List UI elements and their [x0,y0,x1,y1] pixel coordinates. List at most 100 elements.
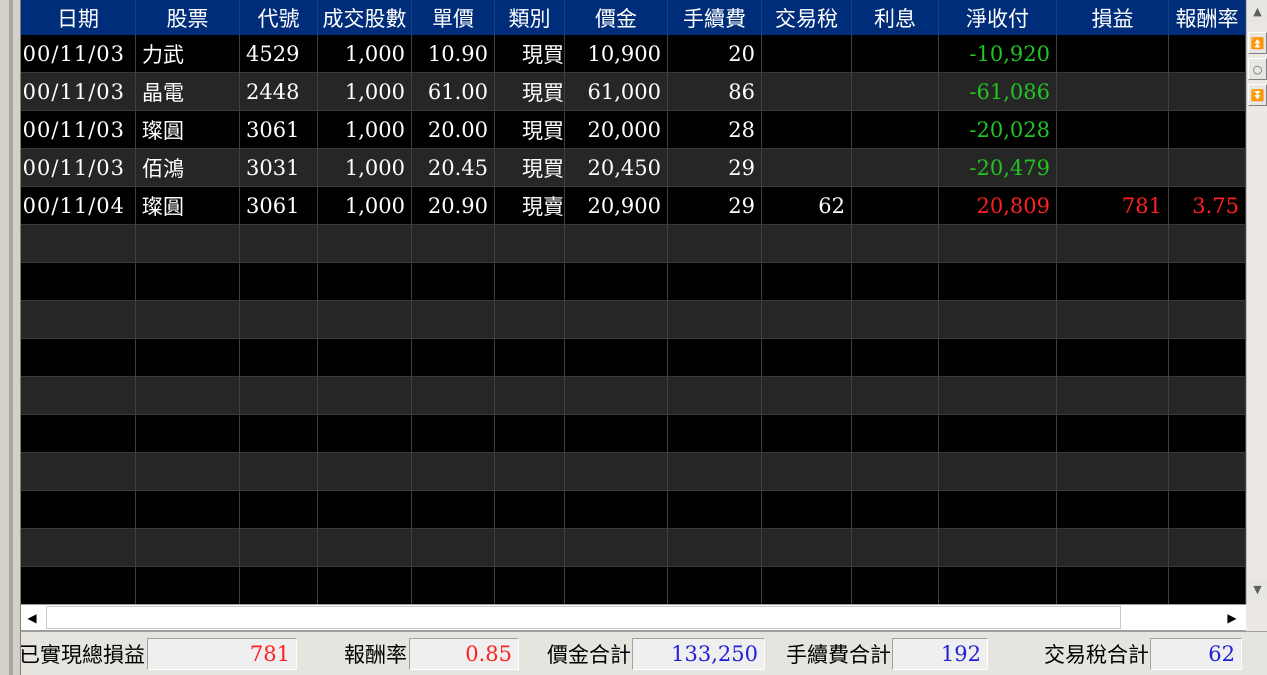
table-cell [136,377,240,414]
horizontal-scrollbar[interactable]: ◀ ▶ [21,604,1246,631]
column-header[interactable]: 代號 [240,0,318,35]
table-cell [412,301,495,338]
table-row[interactable] [21,377,1246,415]
table-cell [852,149,939,186]
table-cell [21,225,136,262]
table-cell [1169,301,1246,338]
table-cell [939,567,1057,604]
table-cell: 61,000 [565,73,668,110]
table-cell [240,225,318,262]
table-row[interactable]: 100/11/03力武45291,00010.90現買10,90020 -10,9… [21,35,1246,73]
scroll-right-button[interactable]: ▶ [1221,607,1243,629]
column-header[interactable]: 價金 [565,0,668,35]
table-row[interactable]: 100/11/03晶電24481,00061.00現買61,00086 -61,0… [21,73,1246,111]
table-cell [1169,111,1246,148]
table-row[interactable] [21,263,1246,301]
table-row[interactable] [21,567,1246,604]
table-cell [762,263,852,300]
scroll-center-button[interactable]: ○ [1248,58,1267,80]
table-cell [136,415,240,452]
table-cell [240,529,318,566]
table-row[interactable] [21,225,1246,263]
table-cell [240,453,318,490]
vertical-scrollbar[interactable]: ▲ ⏫ ○ ⏬ ▼ [1246,0,1267,604]
column-header[interactable]: 單價 [412,0,495,35]
column-header[interactable]: 淨收付 [939,0,1057,35]
table-row[interactable] [21,415,1246,453]
table-cell [939,263,1057,300]
table-cell [852,377,939,414]
table-row[interactable] [21,453,1246,491]
table-cell [240,567,318,604]
left-frame [0,0,21,675]
table-cell [852,567,939,604]
table-cell [1057,149,1169,186]
table-cell [762,567,852,604]
scroll-left-button[interactable]: ◀ [21,607,43,629]
table-row[interactable] [21,529,1246,567]
table-cell: 61.00 [412,73,495,110]
table-cell [1169,529,1246,566]
table-cell [668,339,762,376]
table-row[interactable] [21,491,1246,529]
table-row[interactable]: 100/11/04璨圓30611,00020.90現賣20,9002962 20,… [21,187,1246,225]
table-row[interactable]: 100/11/03璨圓30611,00020.00現買20,00028 -20,0… [21,111,1246,149]
table-cell [412,491,495,528]
table-cell [762,339,852,376]
table-cell [21,529,136,566]
amount-total-value: 133,250 [632,638,765,670]
table-cell [240,415,318,452]
table-cell [412,263,495,300]
table-cell [21,339,136,376]
table-cell [1169,339,1246,376]
table-cell: 璨圓 [136,111,240,148]
table-cell [762,149,852,186]
table-cell [668,491,762,528]
table-cell: 100/11/03 [21,35,136,72]
table-cell: 20 [668,35,762,72]
table-cell [939,301,1057,338]
scroll-page-down-button[interactable]: ⏬ [1248,84,1267,106]
table-cell: 力武 [136,35,240,72]
scroll-up-button[interactable]: ▲ [1248,0,1267,22]
column-header[interactable]: 報酬率 [1169,0,1246,35]
table-cell: 3061 [240,111,318,148]
table-cell [412,567,495,604]
table-cell [565,263,668,300]
table-cell: 20.00 [412,111,495,148]
column-header[interactable]: 成交股數 [318,0,412,35]
table-cell [1057,111,1169,148]
table-cell [1169,453,1246,490]
triangle-down-icon: ▼ [1253,582,1262,596]
horizontal-scroll-thumb[interactable] [46,606,1121,629]
column-header[interactable]: 交易稅 [762,0,852,35]
scroll-down-button[interactable]: ▼ [1248,578,1267,600]
column-header[interactable]: 股票 [136,0,240,35]
table-cell [136,225,240,262]
column-header[interactable]: 日期 [21,0,136,35]
table-row[interactable] [21,339,1246,377]
table-cell [318,529,412,566]
table-row[interactable]: 100/11/03佰鴻30311,00020.45現買20,45029 -20,4… [21,149,1246,187]
column-header[interactable]: 類別 [495,0,565,35]
table-cell [318,491,412,528]
table-cell [21,491,136,528]
table-cell: 1,000 [318,187,412,224]
table-cell [412,225,495,262]
table-cell [318,225,412,262]
table-cell [668,301,762,338]
table-cell [762,529,852,566]
double-down-icon: ⏬ [1250,88,1265,102]
column-header[interactable]: 損益 [1057,0,1169,35]
table-cell [21,301,136,338]
column-header[interactable]: 利息 [852,0,939,35]
table-cell [565,339,668,376]
scroll-page-up-button[interactable]: ⏫ [1248,32,1267,54]
table-cell: 29 [668,187,762,224]
table-cell: 1,000 [318,73,412,110]
column-header[interactable]: 手續費 [668,0,762,35]
table-cell: 1,000 [318,35,412,72]
table-row[interactable] [21,301,1246,339]
table-cell [495,567,565,604]
table-cell [939,339,1057,376]
